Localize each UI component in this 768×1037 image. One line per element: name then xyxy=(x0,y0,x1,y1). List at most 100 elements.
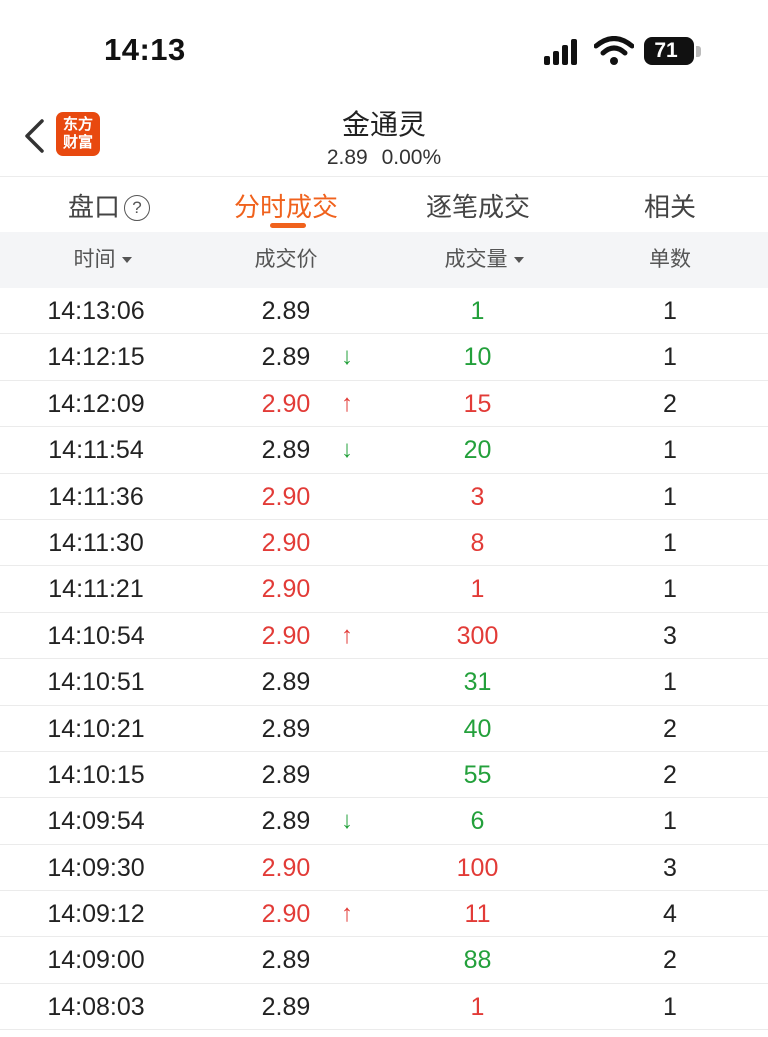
trade-count: 1 xyxy=(663,807,677,836)
table-row: 14:09:54 2.89 ↓ 6 1 xyxy=(0,798,768,845)
trade-time: 14:11:21 xyxy=(48,575,144,604)
sort-caret-icon xyxy=(513,257,524,263)
wifi-icon xyxy=(594,36,634,65)
tab-bar: 盘口? 分时成交 逐笔成交 相关 xyxy=(0,176,768,233)
tab-tick-trades[interactable]: 逐笔成交 xyxy=(426,187,530,224)
arrow-down-icon xyxy=(330,706,364,752)
column-time[interactable]: 时间 xyxy=(0,232,205,288)
status-time: 14:13 xyxy=(104,32,186,67)
stock-name: 金通灵 xyxy=(341,109,426,140)
trade-volume: 11 xyxy=(464,900,491,929)
trade-count: 1 xyxy=(663,528,677,557)
trade-count: 2 xyxy=(663,946,677,975)
signal-icon xyxy=(544,39,584,65)
trade-time: 14:09:12 xyxy=(47,900,145,929)
table-row: 14:11:36 2.90 3 1 xyxy=(0,474,768,520)
trade-volume: 40 xyxy=(463,714,492,743)
trade-time: 14:09:30 xyxy=(47,853,145,882)
trade-volume: 3 xyxy=(470,482,485,511)
trade-count: 4 xyxy=(663,900,677,929)
table-row: 14:08:03 2.89 1 1 xyxy=(0,984,768,1031)
trade-count: 2 xyxy=(663,760,677,789)
table-row: 14:09:30 2.90 100 3 xyxy=(0,845,768,892)
stock-price: 2.89 xyxy=(326,146,368,169)
trade-volume: 20 xyxy=(463,436,492,465)
trade-time: 14:11:30 xyxy=(48,528,144,557)
trade-count: 3 xyxy=(663,621,677,650)
help-icon[interactable]: ? xyxy=(124,195,151,221)
tab-related[interactable]: 相关 xyxy=(644,187,696,224)
battery-cap xyxy=(696,46,701,57)
arrow-up-icon: ↑ xyxy=(341,900,353,928)
trade-time: 14:10:51 xyxy=(47,668,145,697)
column-volume[interactable]: 成交量 xyxy=(380,232,588,288)
stock-quote: 2.89 0.00% xyxy=(0,146,768,170)
trade-time: 14:08:03 xyxy=(47,992,145,1021)
app-header: 东方 财富 金通灵 2.89 0.00% xyxy=(0,100,768,176)
trade-volume: 1 xyxy=(470,992,485,1021)
trade-count: 1 xyxy=(663,482,677,511)
tab-orderbook[interactable]: 盘口? xyxy=(68,187,151,224)
table-row: 14:09:00 2.89 88 2 xyxy=(0,937,768,984)
trade-time: 14:12:09 xyxy=(47,389,145,418)
table-row: 14:10:15 2.89 55 2 xyxy=(0,752,768,799)
trade-count: 1 xyxy=(663,297,677,325)
trade-count: 1 xyxy=(663,992,677,1021)
status-bar: 14:13 71 xyxy=(0,0,768,100)
trade-volume: 88 xyxy=(463,946,492,975)
column-price: 成交价 xyxy=(254,248,318,271)
arrow-down-icon xyxy=(330,288,364,334)
trade-count: 2 xyxy=(663,389,677,418)
arrow-up-icon: ↑ xyxy=(341,621,353,649)
trade-count: 1 xyxy=(663,575,677,604)
arrow-down-icon xyxy=(330,937,364,983)
table-row: 14:11:21 2.90 1 1 xyxy=(0,566,768,613)
trade-count: 2 xyxy=(663,714,677,743)
arrow-down-icon xyxy=(330,752,364,798)
tab-minute-trades[interactable]: 分时成交 xyxy=(234,187,338,224)
trade-time: 14:10:21 xyxy=(47,714,145,743)
trade-volume: 300 xyxy=(456,621,499,650)
table-row: 14:10:21 2.89 40 2 xyxy=(0,706,768,752)
column-count: 单数 xyxy=(649,248,691,271)
trade-time: 14:12:15 xyxy=(47,343,145,372)
arrow-down-icon xyxy=(330,659,364,705)
trade-volume: 1 xyxy=(470,297,485,325)
table-row: 14:13:06 2.89 1 1 xyxy=(0,288,768,335)
trade-volume: 10 xyxy=(463,343,492,372)
trade-volume: 6 xyxy=(470,807,485,836)
trade-count: 1 xyxy=(663,436,677,465)
arrow-down-icon: ↓ xyxy=(341,436,353,464)
trade-volume: 8 xyxy=(470,528,485,557)
trade-list: 14:13:06 2.89 1 1 14:12:15 2.89 ↓ 10 1 14:12:09 2.… xyxy=(0,288,768,1031)
arrow-down-icon xyxy=(330,566,364,612)
arrow-down-icon xyxy=(330,984,364,1030)
trade-time: 14:10:54 xyxy=(47,621,145,650)
sort-caret-icon xyxy=(121,257,132,263)
trade-time: 14:11:54 xyxy=(48,436,144,465)
table-row: 14:10:51 2.89 31 1 xyxy=(0,659,768,706)
trade-count: 1 xyxy=(663,343,677,372)
table-header: 时间 成交价 成交量 单数 xyxy=(0,232,768,288)
arrow-down-icon xyxy=(330,520,364,566)
trade-time: 14:09:54 xyxy=(47,807,145,836)
table-row: 14:12:09 2.90 ↑ 15 2 xyxy=(0,381,768,428)
table-row: 14:10:54 2.90 ↑ 300 3 xyxy=(0,613,768,660)
arrow-down-icon: ↓ xyxy=(341,807,353,835)
trade-volume: 55 xyxy=(463,760,492,789)
trade-count: 3 xyxy=(663,853,677,882)
trade-time: 14:11:36 xyxy=(48,482,144,511)
trade-volume: 1 xyxy=(470,575,485,604)
arrow-up-icon: ↑ xyxy=(341,389,353,417)
arrow-down-icon: ↓ xyxy=(341,343,353,371)
trade-time: 14:10:15 xyxy=(47,760,145,789)
table-row: 14:09:12 2.90 ↑ 11 4 xyxy=(0,891,768,938)
stock-change: 0.00% xyxy=(381,146,442,169)
table-row: 14:11:54 2.89 ↓ 20 1 xyxy=(0,427,768,474)
trade-time: 14:13:06 xyxy=(47,297,145,325)
trade-count: 1 xyxy=(663,668,677,697)
battery-level: 71 xyxy=(654,39,678,62)
table-row: 14:11:30 2.90 8 1 xyxy=(0,520,768,567)
battery-icon: 71 xyxy=(644,37,694,65)
arrow-down-icon xyxy=(330,845,364,891)
